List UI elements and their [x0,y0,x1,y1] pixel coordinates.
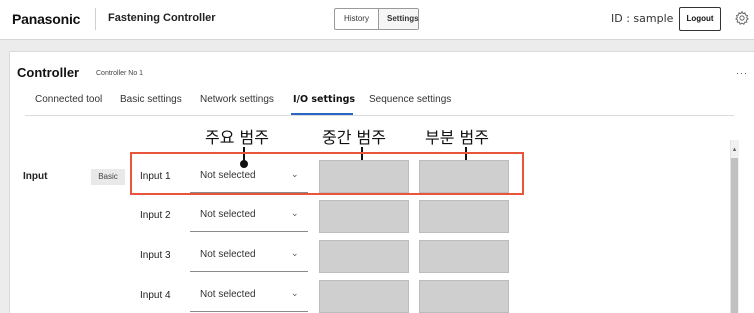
input-2-label: Input 2 [140,210,171,221]
input-2-select[interactable]: Not selected ⌄ [190,199,308,232]
input-2-select-value: Not selected [200,209,256,220]
input-2-middle-category-field[interactable] [319,200,409,233]
input-4-sub-category-field[interactable] [419,280,509,313]
input-1-select-value: Not selected [200,170,256,181]
tab-basic-settings[interactable]: Basic settings [120,94,182,105]
tab-connected-tool[interactable]: Connected tool [35,94,102,105]
gear-icon[interactable] [734,10,750,26]
input-4-middle-category-field[interactable] [319,280,409,313]
input-3-sub-category-field[interactable] [419,240,509,273]
brand-divider [95,8,96,30]
scrollbar-thumb[interactable] [731,158,738,313]
input-1-select[interactable]: Not selected ⌄ [190,160,308,193]
brand-logo: Panasonic [12,11,81,27]
annotation-middle-category: 중간 범주 [322,128,386,147]
tab-io-settings[interactable]: I/O settings [293,94,355,105]
input-3-select-value: Not selected [200,249,256,260]
tab-sequence-settings[interactable]: Sequence settings [369,94,451,105]
basic-badge: Basic [91,169,125,185]
input-3-select[interactable]: Not selected ⌄ [190,239,308,272]
input-3-middle-category-field[interactable] [319,240,409,273]
chevron-down-icon: ⌄ [291,169,299,179]
input-1-sub-category-field[interactable] [419,160,509,193]
active-tab-indicator [291,113,353,115]
annotation-sub-category: 부분 범주 [425,128,489,147]
logout-button[interactable]: Logout [679,7,721,31]
input-2-sub-category-field[interactable] [419,200,509,233]
scroll-up-icon[interactable]: ▲ [730,147,739,153]
controller-name: Controller No 1 [96,70,144,77]
view-switch: History Settings [334,8,419,30]
input-1-label: Input 1 [140,171,171,182]
input-4-select-value: Not selected [200,289,256,300]
input-3-label: Input 3 [140,250,171,261]
user-id: ID : sample [611,12,674,25]
page-title: Controller [17,65,80,80]
chevron-down-icon: ⌄ [291,288,299,298]
more-menu-icon[interactable]: ··· [736,68,748,78]
input-section-label: Input [23,171,48,182]
annotation-major-category: 주요 범주 [205,128,269,147]
chevron-down-icon: ⌄ [291,208,299,218]
tabs-divider [25,115,734,116]
input-1-middle-category-field[interactable] [319,160,409,193]
chevron-down-icon: ⌄ [291,248,299,258]
settings-button[interactable]: Settings [379,9,419,29]
input-4-select[interactable]: Not selected ⌄ [190,279,308,312]
history-button[interactable]: History [335,9,379,29]
app-title: Fastening Controller [108,12,216,24]
tab-network-settings[interactable]: Network settings [200,94,274,105]
input-4-label: Input 4 [140,290,171,301]
